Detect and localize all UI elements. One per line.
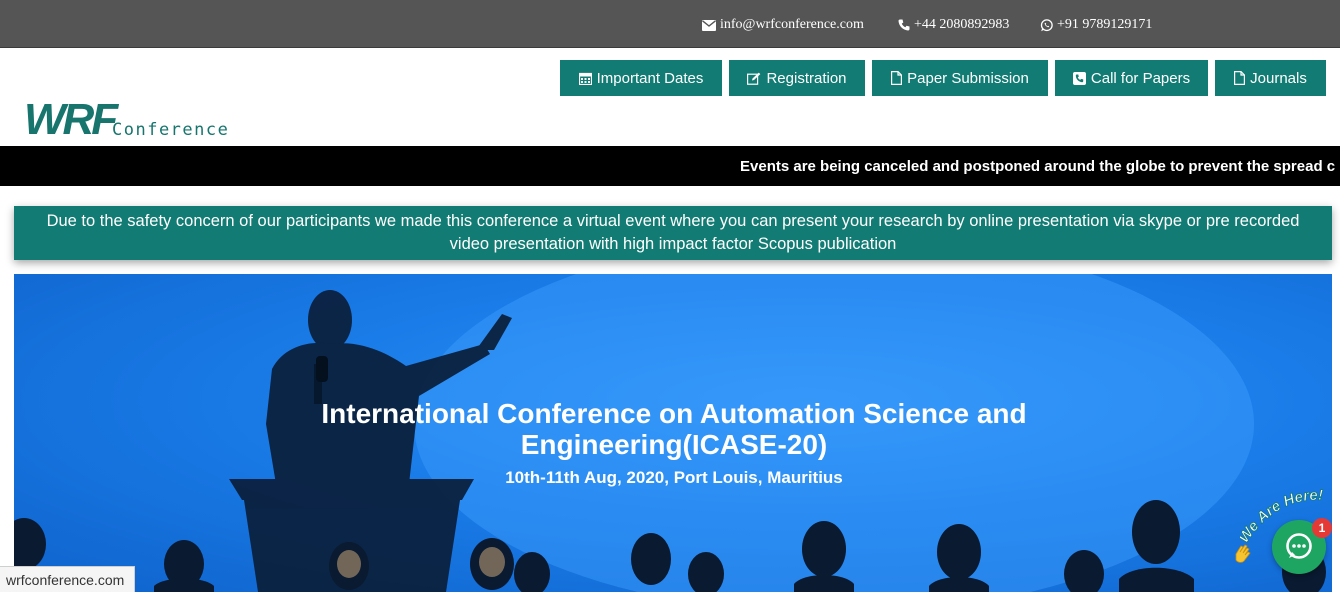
news-ticker: Events are being canceled and postponed … xyxy=(0,146,1340,186)
site-logo[interactable]: WRF Conference xyxy=(24,98,254,144)
notice-line-1: Due to the safety concern of our partici… xyxy=(46,212,1300,230)
phone-square-icon xyxy=(1072,71,1086,85)
logo-text: Conference xyxy=(112,120,230,140)
nav-important-dates-button[interactable]: Important Dates xyxy=(560,60,722,96)
virtual-event-notice: Due to the safety concern of our partici… xyxy=(14,206,1332,260)
hero-banner: International Conference on Automation S… xyxy=(14,274,1332,592)
nav-label: Call for Papers xyxy=(1090,69,1191,87)
file-icon xyxy=(1234,71,1246,85)
whatsapp-contact[interactable]: +91 9789129171 xyxy=(1040,16,1152,34)
nav-label: Registration xyxy=(766,69,847,87)
status-bar-url: wrfconference.com xyxy=(0,566,136,592)
nav-label: Journals xyxy=(1250,69,1307,87)
nav-label: Paper Submission xyxy=(907,69,1029,87)
email-contact[interactable]: info@wrfconference.com xyxy=(702,16,864,34)
nav-label: Important Dates xyxy=(596,69,704,87)
nav-call-for-papers-button[interactable]: Call for Papers xyxy=(1055,60,1208,96)
phone-text: +44 2080892983 xyxy=(914,17,1010,32)
whatsapp-text: +91 9789129171 xyxy=(1057,17,1153,32)
title-line-1: International Conference on Automation S… xyxy=(321,398,1027,429)
file-icon xyxy=(891,71,903,85)
ticker-text: Events are being canceled and postponed … xyxy=(740,158,1336,175)
phone-icon xyxy=(898,19,910,31)
calendar-icon xyxy=(578,72,592,85)
conference-date-location: 10th-11th Aug, 2020, Port Louis, Mauriti… xyxy=(505,468,843,487)
waving-hand-icon xyxy=(1232,542,1254,564)
nav-paper-submission-button[interactable]: Paper Submission xyxy=(872,60,1048,96)
chat-notification-badge: 1 xyxy=(1312,518,1332,538)
conference-title: International Conference on Automation S… xyxy=(184,398,1164,460)
logo-mark: WRF xyxy=(24,95,118,144)
nav-registration-button[interactable]: Registration xyxy=(729,60,865,96)
nav-journals-button[interactable]: Journals xyxy=(1215,60,1326,96)
chat-bubble-icon xyxy=(1284,532,1314,567)
edit-icon xyxy=(747,72,761,85)
notice-line-2: video presentation with high impact fact… xyxy=(449,235,897,253)
email-text: info@wrfconference.com xyxy=(720,17,864,32)
title-line-2: Engineering(ICASE-20) xyxy=(520,429,828,460)
envelope-icon xyxy=(702,19,716,31)
whatsapp-icon xyxy=(1040,18,1053,32)
phone-contact[interactable]: +44 2080892983 xyxy=(898,16,1009,34)
top-contact-bar: info@wrfconference.com +44 2080892983 +9… xyxy=(0,0,1340,48)
